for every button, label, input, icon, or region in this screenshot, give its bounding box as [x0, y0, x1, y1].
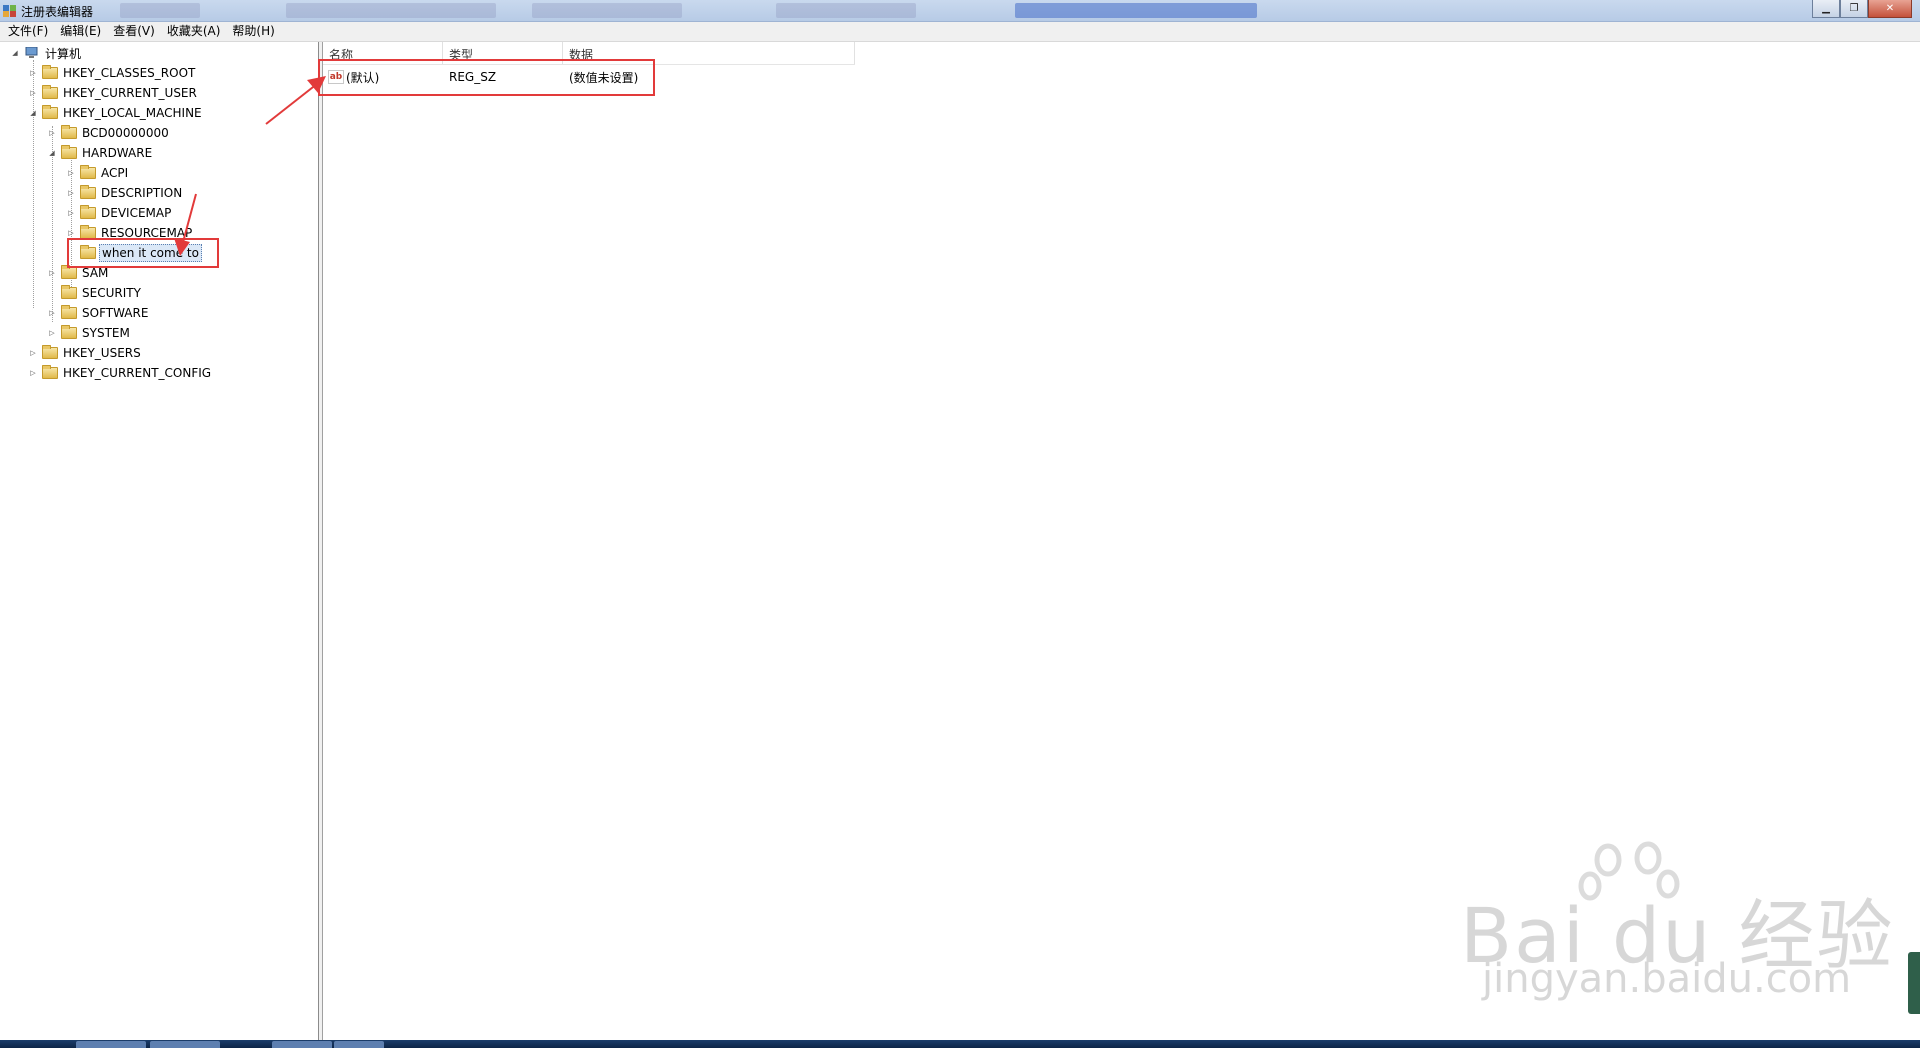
- taskbar: [0, 1040, 1920, 1048]
- watermark-url: jingyan.baidu.com: [1482, 956, 1852, 1002]
- taskbar-button[interactable]: [272, 1041, 332, 1048]
- arrow-icon: [265, 76, 326, 125]
- baidu-watermark: Bai du 经验 jingyan.baidu.com: [1460, 838, 1893, 1008]
- taskbar-button[interactable]: [150, 1041, 220, 1048]
- edge-scroll-handle[interactable]: [1908, 952, 1920, 1014]
- arrow-icon: [174, 193, 197, 256]
- taskbar-button[interactable]: [76, 1041, 146, 1048]
- taskbar-button[interactable]: [334, 1041, 384, 1048]
